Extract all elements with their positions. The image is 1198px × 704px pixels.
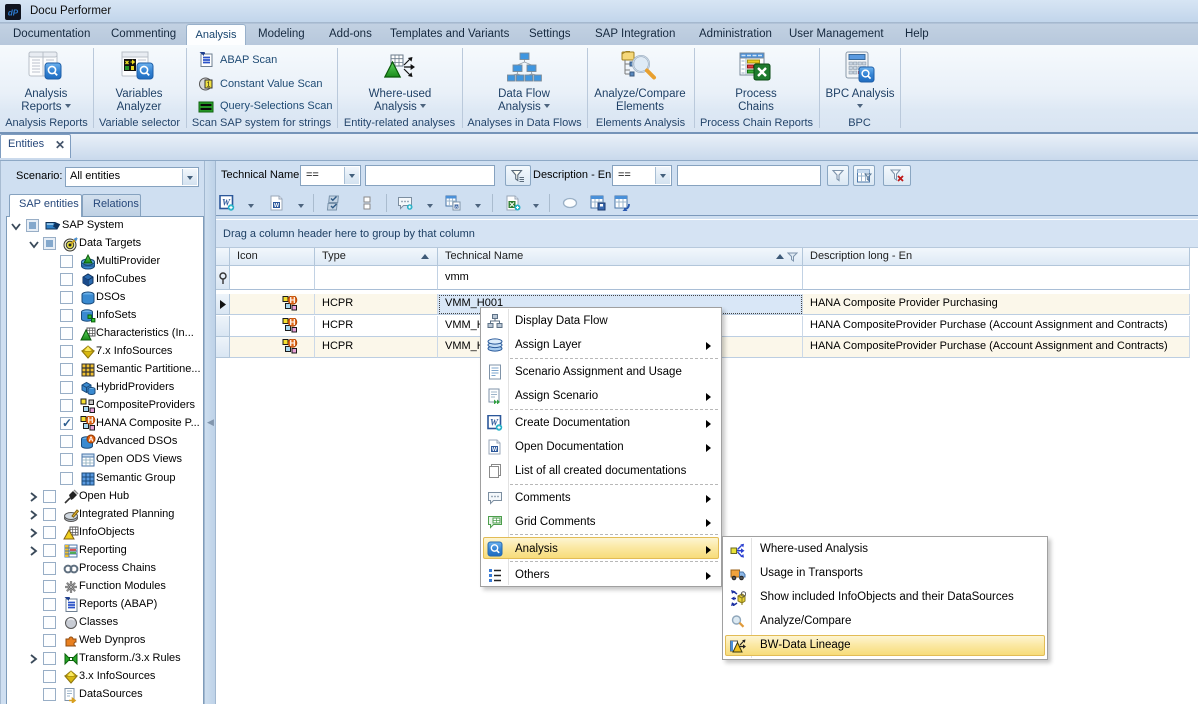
svg-text:W: W xyxy=(455,205,459,209)
svg-text:W: W xyxy=(274,203,280,209)
svg-text:W: W xyxy=(492,447,498,453)
svg-text:H: H xyxy=(290,318,296,327)
svg-text:H: H xyxy=(290,339,296,348)
svg-text:A: A xyxy=(88,437,93,444)
svg-text:H: H xyxy=(290,296,296,305)
svg-text:dP: dP xyxy=(8,9,19,18)
svg-text:1: 1 xyxy=(207,82,211,89)
svg-text:H: H xyxy=(88,416,94,425)
